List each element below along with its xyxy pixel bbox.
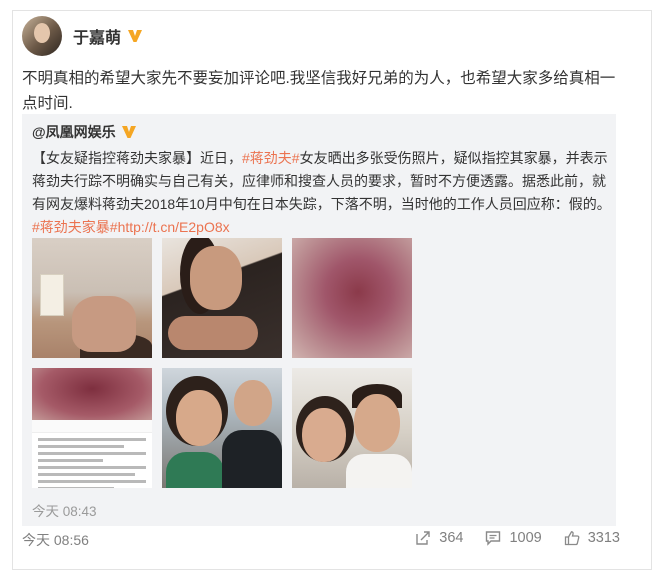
avatar[interactable] — [22, 16, 62, 56]
couple-selfie-photo[interactable] — [162, 368, 282, 488]
verified-v-icon — [127, 28, 143, 44]
repost-author-row: @凤凰网娱乐 — [32, 122, 137, 142]
comment-button[interactable]: 1009 — [485, 530, 542, 546]
hashtag-link[interactable]: #蒋劲夫家暴# — [32, 219, 118, 235]
share-icon — [416, 531, 430, 545]
post-timestamp[interactable]: 今天 08:56 — [22, 530, 89, 550]
injured-arm-photo[interactable] — [162, 238, 282, 358]
action-bar: 364 1009 3313 — [393, 530, 620, 546]
couple-photo[interactable] — [292, 368, 412, 488]
repost-timestamp[interactable]: 今天 08:43 — [32, 500, 97, 520]
thumbs-up-icon — [564, 531, 580, 546]
bruise-screenshot-photo[interactable] — [32, 368, 152, 488]
bruise-closeup-photo[interactable] — [292, 238, 412, 358]
post-text: 不明真相的希望大家先不要妄加评论吧.我坚信我好兄弟的为人，也希望大家多给真相一点… — [22, 70, 616, 112]
share-button[interactable]: 364 — [415, 530, 463, 546]
repost-box[interactable]: @凤凰网娱乐 【女友疑指控蒋劲夫家暴】近日，#蒋劲夫#女友晒出多张受伤照片，疑似… — [22, 114, 616, 526]
author-name[interactable]: 于嘉萌 — [73, 24, 121, 48]
short-url-link[interactable]: http://t.cn/E2pO8x — [118, 219, 230, 235]
comment-count: 1009 — [509, 530, 542, 546]
comment-icon — [486, 531, 501, 546]
hashtag-link[interactable]: #蒋劲夫# — [242, 150, 300, 166]
repost-text-part-1: 【女友疑指控蒋劲夫家暴】近日， — [32, 150, 242, 166]
verified-v-icon — [121, 124, 137, 140]
author-row: 于嘉萌 — [22, 10, 143, 62]
like-button[interactable]: 3313 — [564, 530, 620, 546]
bruised-face-photo[interactable] — [32, 238, 152, 358]
repost-author-name[interactable]: @凤凰网娱乐 — [32, 122, 116, 142]
share-count: 364 — [439, 530, 464, 546]
like-count: 3313 — [587, 530, 620, 546]
post-footer: 今天 08:56 364 1009 3313 — [22, 530, 638, 552]
repost-text: 【女友疑指控蒋劲夫家暴】近日，#蒋劲夫#女友晒出多张受伤照片，疑似指控其家暴，并… — [32, 147, 616, 239]
